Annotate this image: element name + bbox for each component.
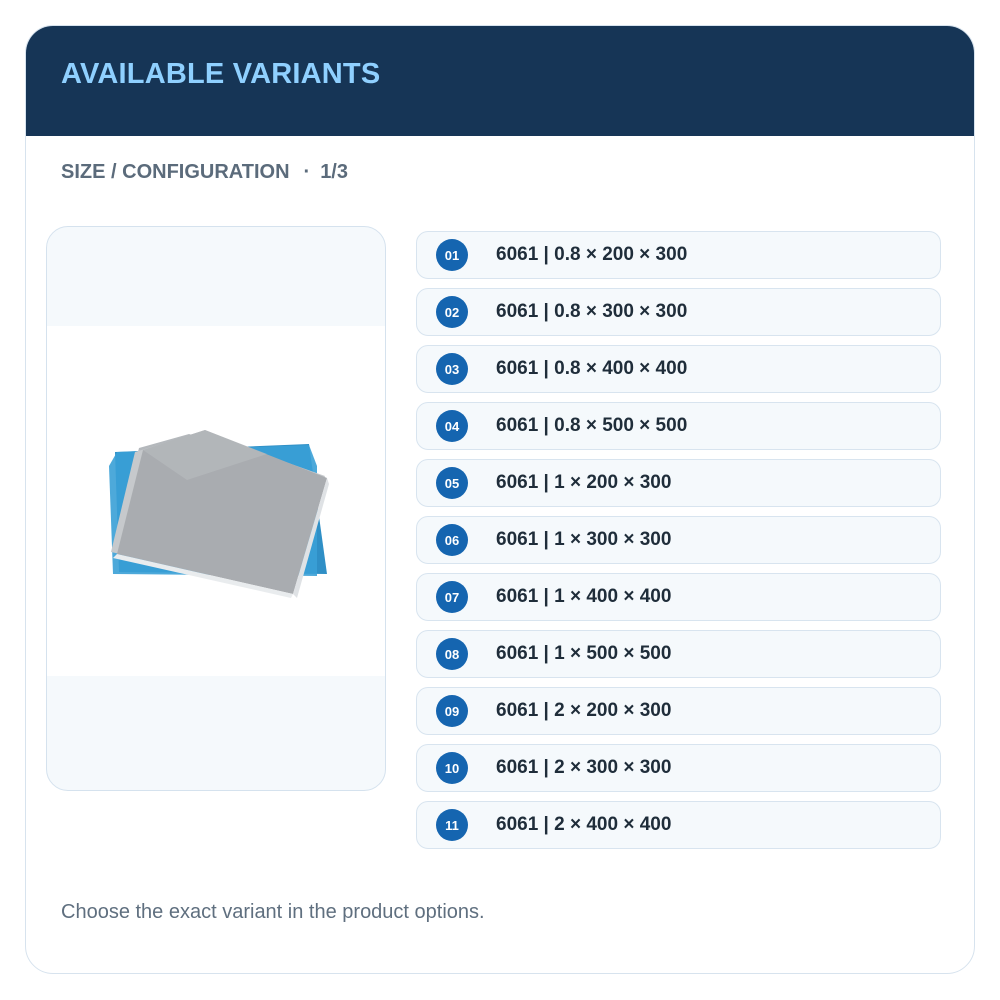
variant-label: 6061 | 0.8 × 300 × 300 [496, 301, 688, 322]
variant-label: 6061 | 1 × 300 × 300 [496, 529, 672, 550]
variant-number-badge: 09 [436, 695, 468, 727]
variant-label: 6061 | 2 × 300 × 300 [496, 757, 672, 778]
variant-number-badge: 02 [436, 296, 468, 328]
variant-row[interactable]: 04 6061 | 0.8 × 500 × 500 [416, 402, 941, 450]
variant-number-badge: 04 [436, 410, 468, 442]
variant-number-badge: 05 [436, 467, 468, 499]
subheader-separator: · [303, 161, 311, 183]
variant-row[interactable]: 02 6061 | 0.8 × 300 × 300 [416, 288, 941, 336]
variant-number-badge: 06 [436, 524, 468, 556]
variant-label: 6061 | 0.8 × 200 × 300 [496, 244, 688, 265]
variant-number-badge: 11 [436, 809, 468, 841]
card-header: AVAILABLE VARIANTS [26, 26, 974, 136]
variant-list: 01 6061 | 0.8 × 200 × 300 02 6061 | 0.8 × 3… [416, 231, 941, 858]
page-indicator: 1/3 [320, 161, 348, 183]
variant-row[interactable]: 05 6061 | 1 × 200 × 300 [416, 459, 941, 507]
variant-number-badge: 08 [436, 638, 468, 670]
variant-row[interactable]: 08 6061 | 1 × 500 × 500 [416, 630, 941, 678]
variant-row[interactable]: 03 6061 | 0.8 × 400 × 400 [416, 345, 941, 393]
variant-row[interactable]: 06 6061 | 1 × 300 × 300 [416, 516, 941, 564]
variant-label: 6061 | 0.8 × 400 × 400 [496, 358, 688, 379]
variant-label: 6061 | 2 × 400 × 400 [496, 814, 672, 835]
variant-row[interactable]: 10 6061 | 2 × 300 × 300 [416, 744, 941, 792]
product-image-panel [46, 226, 386, 791]
product-image [47, 326, 385, 676]
variant-row[interactable]: 11 6061 | 2 × 400 × 400 [416, 801, 941, 849]
footer-note: Choose the exact variant in the product … [61, 901, 485, 923]
subheader-label: SIZE / CONFIGURATION [61, 161, 290, 183]
page-title: AVAILABLE VARIANTS [61, 58, 381, 90]
variant-label: 6061 | 1 × 400 × 400 [496, 586, 672, 607]
variant-number-badge: 10 [436, 752, 468, 784]
variant-label: 6061 | 1 × 500 × 500 [496, 643, 672, 664]
variant-label: 6061 | 2 × 200 × 300 [496, 700, 672, 721]
variants-card: AVAILABLE VARIANTS SIZE / CONFIGURATION ·… [25, 25, 975, 974]
variant-label: 6061 | 0.8 × 500 × 500 [496, 415, 688, 436]
variant-row[interactable]: 07 6061 | 1 × 400 × 400 [416, 573, 941, 621]
variant-number-badge: 07 [436, 581, 468, 613]
variant-label: 6061 | 1 × 200 × 300 [496, 472, 672, 493]
aluminum-sheets-image [109, 430, 329, 598]
variant-row[interactable]: 09 6061 | 2 × 200 × 300 [416, 687, 941, 735]
variant-number-badge: 03 [436, 353, 468, 385]
variant-number-badge: 01 [436, 239, 468, 271]
variant-row[interactable]: 01 6061 | 0.8 × 200 × 300 [416, 231, 941, 279]
section-subheader: SIZE / CONFIGURATION · 1/3 [61, 161, 348, 184]
